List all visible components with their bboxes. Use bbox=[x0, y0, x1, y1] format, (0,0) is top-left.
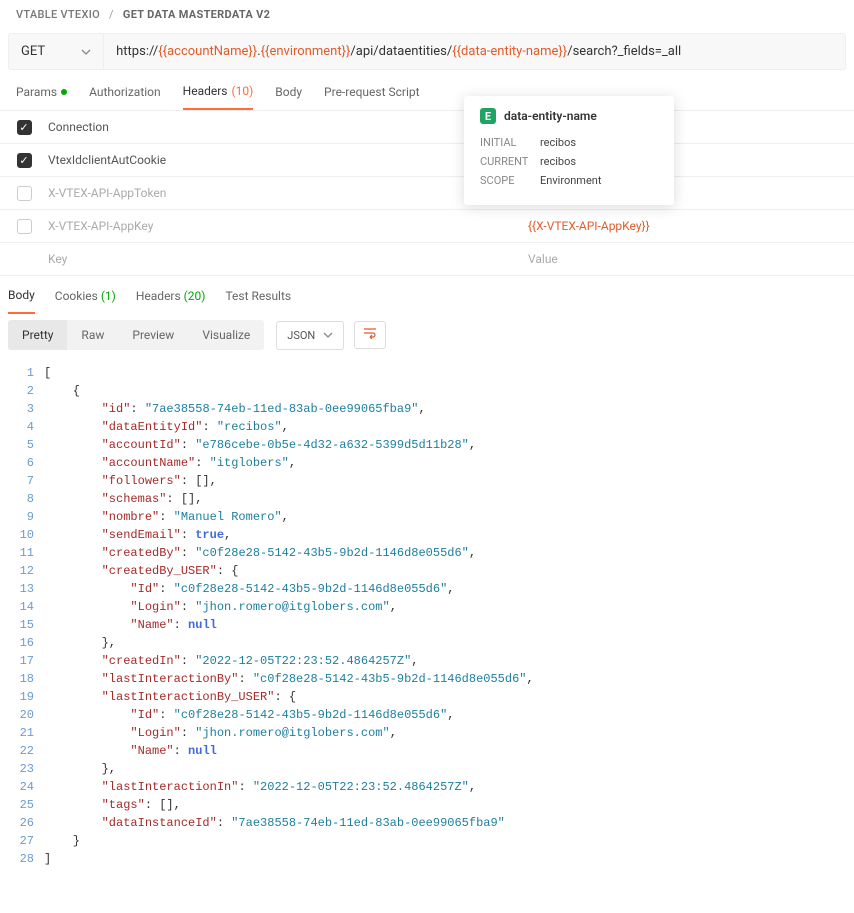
chevron-down-icon bbox=[81, 47, 91, 57]
response-body[interactable]: 1234567891011121314151617181920212223242… bbox=[0, 360, 854, 888]
rtab-cookies[interactable]: Cookies (1) bbox=[55, 289, 116, 313]
method-select[interactable]: GET bbox=[9, 34, 104, 69]
header-row: ✓ Connection bbox=[0, 111, 854, 144]
popover-row: INITIALrecibos bbox=[480, 136, 658, 149]
header-row-new: KeyValue bbox=[0, 243, 854, 276]
wrap-lines-button[interactable] bbox=[354, 321, 386, 349]
dot-indicator-icon bbox=[61, 89, 67, 95]
header-row: ✓VtexIdclientAutCookiekie}} bbox=[0, 144, 854, 177]
env-badge-icon: E bbox=[480, 108, 496, 124]
header-value[interactable]: {{X-VTEX-API-AppKey}} bbox=[528, 219, 854, 233]
breadcrumb-root[interactable]: VTABLE VTEXIO bbox=[16, 8, 100, 21]
breadcrumb-sep: / bbox=[109, 8, 114, 21]
url-input[interactable]: https://{{accountName}}.{{environment}}/… bbox=[104, 34, 693, 69]
tab-authorization[interactable]: Authorization bbox=[89, 85, 161, 109]
view-visualize[interactable]: Visualize bbox=[188, 320, 264, 350]
headers-table: ✓Connection✓VtexIdclientAutCookiekie}}X-… bbox=[0, 110, 854, 276]
rtab-tests[interactable]: Test Results bbox=[225, 289, 291, 313]
checkbox[interactable]: ✓ bbox=[17, 120, 32, 135]
breadcrumb-leaf: GET DATA MASTERDATA V2 bbox=[123, 8, 270, 21]
tab-headers[interactable]: Headers (10) bbox=[183, 84, 254, 110]
request-tabs: Params Authorization Headers (10) Body P… bbox=[0, 70, 854, 110]
view-bar: Pretty Raw Preview Visualize JSON bbox=[0, 314, 854, 360]
header-key[interactable]: VtexIdclientAutCookie bbox=[48, 153, 528, 167]
method-label: GET bbox=[21, 44, 45, 59]
chevron-down-icon bbox=[323, 330, 333, 340]
header-key[interactable]: Connection bbox=[48, 120, 528, 134]
line-gutter: 1234567891011121314151617181920212223242… bbox=[0, 364, 44, 868]
view-pretty[interactable]: Pretty bbox=[8, 320, 67, 350]
popover-row: SCOPEEnvironment bbox=[480, 174, 658, 187]
variable-popover: E data-entity-name INITIALrecibos CURRENT… bbox=[464, 96, 674, 205]
rtab-headers[interactable]: Headers (20) bbox=[136, 289, 206, 313]
breadcrumb: VTABLE VTEXIO / GET DATA MASTERDATA V2 bbox=[0, 0, 854, 33]
format-select[interactable]: JSON bbox=[276, 321, 344, 350]
header-key[interactable]: X-VTEX-API-AppToken bbox=[48, 186, 528, 200]
code-content[interactable]: [ { "id": "7ae38558-74eb-11ed-83ab-0ee99… bbox=[44, 364, 534, 868]
popover-title: data-entity-name bbox=[504, 109, 597, 123]
view-raw[interactable]: Raw bbox=[67, 320, 118, 350]
tab-body[interactable]: Body bbox=[275, 85, 302, 109]
header-value-input[interactable]: Value bbox=[528, 252, 854, 266]
checkbox[interactable] bbox=[17, 219, 32, 234]
response-tabs: Body Cookies (1) Headers (20) Test Resul… bbox=[0, 276, 854, 314]
header-row: X-VTEX-API-AppKey{{X-VTEX-API-AppKey}} bbox=[0, 210, 854, 243]
rtab-body[interactable]: Body bbox=[8, 288, 35, 314]
checkbox[interactable]: ✓ bbox=[17, 153, 32, 168]
tab-prerequest[interactable]: Pre-request Script bbox=[324, 85, 419, 109]
checkbox[interactable] bbox=[17, 186, 32, 201]
header-key[interactable]: X-VTEX-API-AppKey bbox=[48, 219, 528, 233]
tab-params[interactable]: Params bbox=[16, 85, 67, 109]
header-row: X-VTEX-API-AppToken{{X-VTEX-API-AppToken… bbox=[0, 177, 854, 210]
url-bar: GET https://{{accountName}}.{{environmen… bbox=[8, 33, 846, 70]
view-preview[interactable]: Preview bbox=[118, 320, 188, 350]
view-mode-group: Pretty Raw Preview Visualize bbox=[8, 320, 264, 350]
popover-row: CURRENTrecibos bbox=[480, 155, 658, 168]
header-key-input[interactable]: Key bbox=[48, 252, 528, 266]
